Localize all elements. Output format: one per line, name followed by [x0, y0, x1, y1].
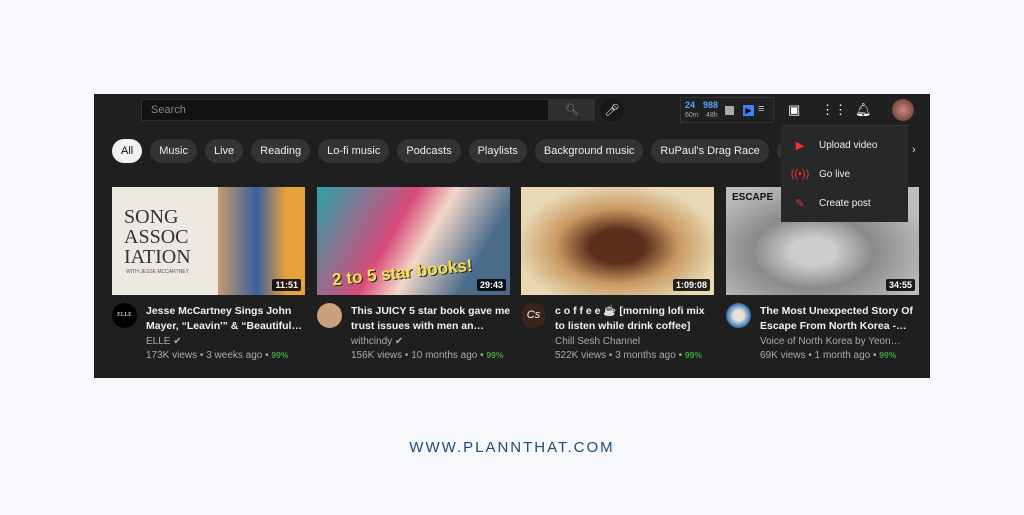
channel-name[interactable]: Chill Sesh Channel	[555, 336, 640, 347]
header: Search 🔍︎ 🎤︎ 24 60m 988 48h ▶ ≡ ▣ ⋮⋮ 🔔︎	[94, 94, 930, 125]
menu-item-create-post[interactable]: ✎ Create post	[781, 189, 908, 217]
live-icon: ((•))	[790, 168, 810, 180]
chip-lo-fi-music[interactable]: Lo-fi music	[318, 139, 390, 163]
avatar-logo: ELLE	[117, 312, 132, 318]
ext-count-b: 988	[703, 100, 719, 110]
play-icon[interactable]: ▶	[743, 105, 754, 116]
video-thumbnail[interactable]: 2 to 5 star books! 29:43	[317, 187, 510, 295]
duration-badge: 29:43	[476, 279, 506, 291]
menu-item-upload-video[interactable]: ▶ Upload video	[781, 131, 908, 159]
views-date: 522K views • 3 months ago •	[555, 350, 685, 361]
channel-avatar[interactable]: Cs	[521, 303, 546, 328]
rating: 99%	[684, 350, 702, 360]
channel-avatar[interactable]	[726, 303, 751, 328]
channel-name[interactable]: Voice of North Korea by Yeon…	[760, 336, 901, 347]
channel-avatar[interactable]: ELLE	[112, 303, 137, 328]
video-title[interactable]: This JUICY 5 star book gave me trust iss…	[351, 304, 511, 334]
create-post-icon: ✎	[795, 197, 805, 210]
verified-icon: ✔	[173, 336, 182, 347]
channel-avatar[interactable]	[317, 303, 342, 328]
thumbnail-text: SONG ASSOC IATION	[124, 206, 191, 268]
video-title[interactable]: The Most Unexpected Story Of Escape From…	[760, 304, 920, 334]
rating: 99%	[486, 350, 504, 360]
rating: 99%	[879, 350, 897, 360]
search-icon: 🔍︎	[565, 104, 579, 116]
views-date: 173K views • 3 weeks ago •	[146, 350, 272, 361]
create-video-icon[interactable]: ▣	[788, 102, 800, 118]
chevron-right-icon[interactable]: ›	[912, 144, 916, 156]
chip-all[interactable]: All	[112, 139, 143, 163]
verified-icon: ✔	[394, 336, 404, 347]
channel-label: Chill Sesh Channel	[555, 336, 641, 347]
category-chips: All Music Live Reading Lo-fi music Podcasts Pl…	[112, 139, 817, 163]
upload-video-icon: ▶	[795, 139, 805, 152]
video-card[interactable]: SONG ASSOC IATION WITH JESSE MCCARTNEY 1…	[112, 187, 305, 361]
channel-label: Voice of North Korea by Yeon…	[760, 336, 901, 347]
video-card[interactable]: 2 to 5 star books! 29:43 This JUICY 5 st…	[317, 187, 510, 361]
chip-rupaul-s-drag-race[interactable]: RuPaul's Drag Race	[651, 139, 769, 163]
search-button[interactable]: 🔍︎	[549, 99, 595, 121]
video-meta: 69K views • 1 month ago • 99%	[760, 350, 896, 361]
chip-background-music[interactable]: Background music	[534, 139, 644, 163]
notifications-bell-icon[interactable]: 🔔︎	[855, 102, 872, 118]
menu-item-go-live[interactable]: ((•)) Go live	[781, 160, 908, 188]
video-meta: 173K views • 3 weeks ago • 99%	[146, 350, 288, 361]
thumbnail-text: ESCAPE	[732, 192, 774, 203]
chip-playlists[interactable]: Playlists	[468, 139, 527, 163]
chip-music[interactable]: Music	[150, 139, 197, 163]
channel-label: ELLE	[146, 336, 171, 347]
microphone-icon: 🎤︎	[604, 103, 620, 117]
thumbnail-text: 2 to 5 star books!	[331, 255, 474, 290]
channel-name[interactable]: ELLE ✔	[146, 336, 182, 347]
menu-icon[interactable]: ≡	[758, 103, 764, 115]
search-input[interactable]: Search	[141, 99, 549, 121]
menu-item-label: Go live	[819, 168, 851, 180]
rating: 99%	[271, 350, 289, 360]
avatar[interactable]	[892, 99, 914, 121]
channel-label: withcindy	[351, 336, 393, 347]
video-card[interactable]: 1:09:08 Cs c o f f e e ☕ [morning lofi m…	[521, 187, 714, 361]
extension-widget[interactable]: 24 60m 988 48h ▶ ≡	[680, 97, 774, 123]
video-thumbnail[interactable]: SONG ASSOC IATION WITH JESSE MCCARTNEY 1…	[112, 187, 305, 295]
avatar-logo: Cs	[526, 309, 541, 321]
video-thumbnail[interactable]: 1:09:08	[521, 187, 714, 295]
apps-grid-icon[interactable]: ⋮⋮	[821, 102, 847, 118]
video-meta: 156K views • 10 months ago • 99%	[351, 350, 503, 361]
chip-live[interactable]: Live	[204, 139, 244, 163]
ext-sub-a: 60m	[685, 112, 699, 119]
ext-count-a: 24	[685, 100, 696, 110]
youtube-window: Search 🔍︎ 🎤︎ 24 60m 988 48h ▶ ≡ ▣ ⋮⋮ 🔔︎ …	[94, 94, 930, 378]
create-menu: ▶ Upload video ((•)) Go live ✎ Create post	[781, 125, 908, 222]
chart-icon[interactable]	[725, 106, 734, 115]
menu-item-label: Create post	[819, 197, 871, 209]
duration-badge: 1:09:08	[672, 279, 710, 291]
footer-url: WWW.PLANNTHAT.COM	[409, 439, 615, 456]
video-title[interactable]: c o f f e e ☕ [morning lofi mix to liste…	[555, 304, 715, 334]
ext-sub-b: 48h	[706, 112, 718, 119]
views-date: 156K views • 10 months ago •	[351, 350, 487, 361]
thumbnail-subtext: WITH JESSE MCCARTNEY	[126, 269, 189, 275]
channel-name[interactable]: withcindy ✔	[351, 336, 403, 347]
video-meta: 522K views • 3 months ago • 99%	[555, 350, 702, 361]
views-date: 69K views • 1 month ago •	[760, 350, 880, 361]
duration-badge: 34:55	[885, 279, 915, 291]
chip-podcasts[interactable]: Podcasts	[397, 139, 461, 163]
menu-item-label: Upload video	[819, 139, 878, 151]
video-title[interactable]: Jesse McCartney Sings John Mayer, “Leavi…	[146, 304, 306, 334]
chip-reading[interactable]: Reading	[251, 139, 311, 163]
duration-badge: 11:51	[272, 279, 301, 291]
voice-search-button[interactable]: 🎤︎	[600, 98, 624, 122]
